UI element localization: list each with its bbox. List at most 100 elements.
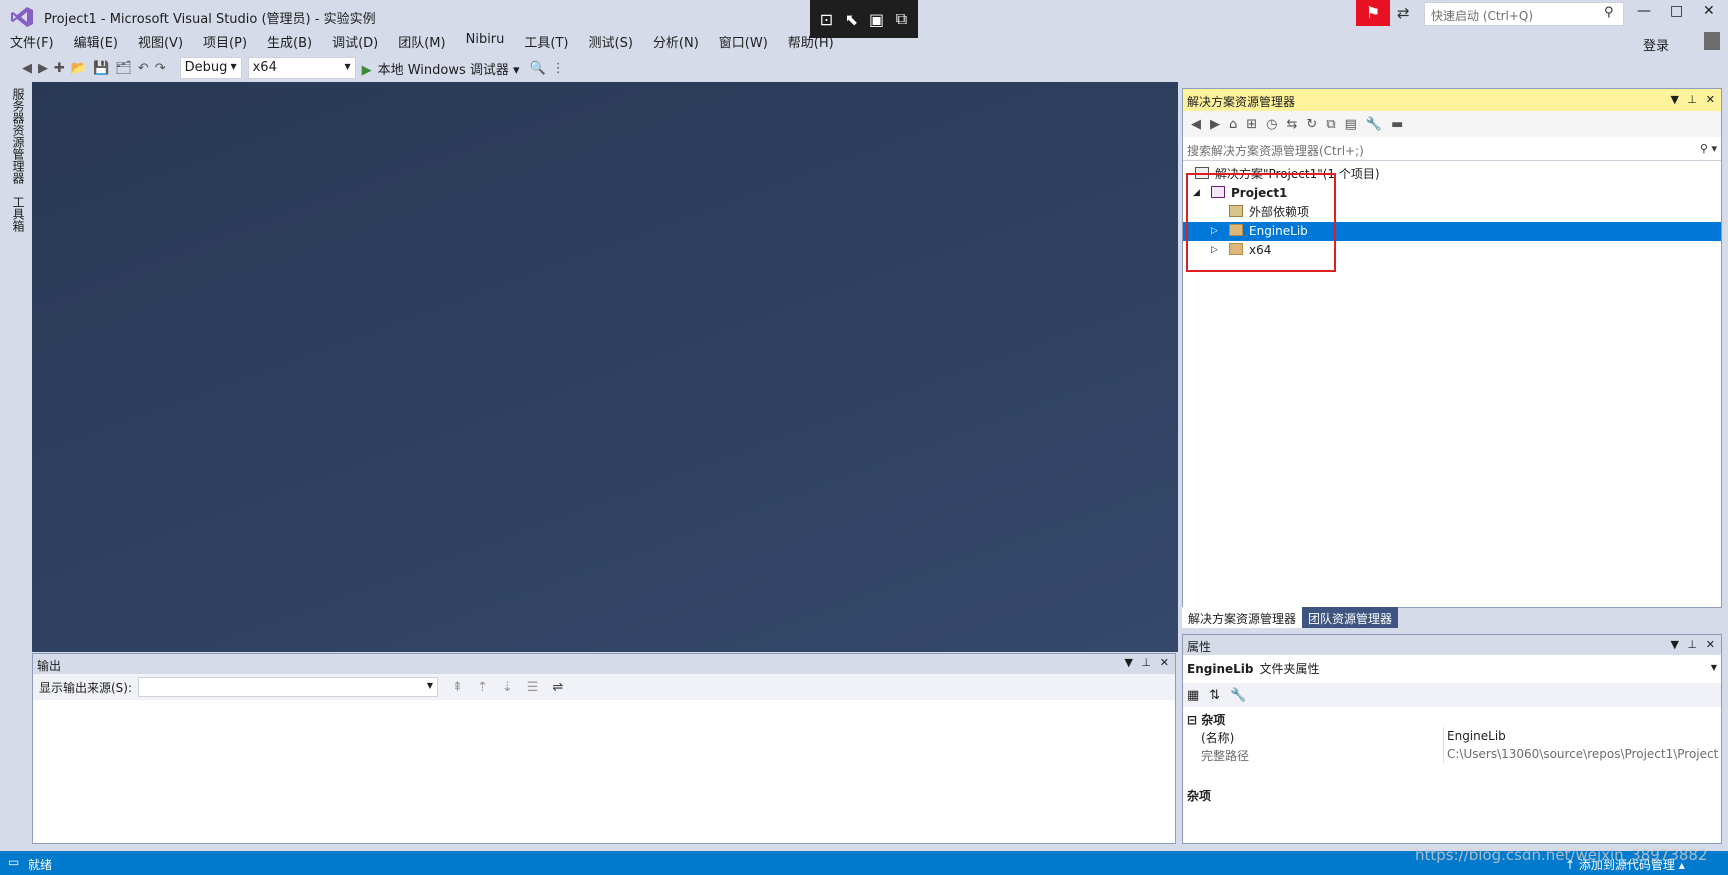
- properties-object-selector[interactable]: EngineLib 文件夹属性: [1187, 660, 1320, 677]
- quick-launch-input[interactable]: 快速启动 (Ctrl+Q): [1424, 2, 1624, 26]
- home-icon[interactable]: ⌂: [1229, 117, 1237, 132]
- property-value: C:\Users\13060\source\repos\Project1\Pro…: [1447, 747, 1719, 761]
- track-focus-icon[interactable]: ⧉: [891, 9, 913, 29]
- menu-analyze[interactable]: 分析(N): [653, 32, 699, 52]
- tab-solution-explorer[interactable]: 解决方案资源管理器: [1182, 607, 1303, 628]
- clear-all-icon[interactable]: ☰: [527, 680, 539, 695]
- menu-tools[interactable]: 工具(T): [524, 32, 568, 52]
- column-divider: [1443, 727, 1444, 745]
- object-type: 文件夹属性: [1259, 662, 1320, 676]
- highlight-annotation-box: [1186, 173, 1336, 272]
- collapse-all-icon[interactable]: ⧉: [1326, 117, 1335, 132]
- left-dock: 服务器资源管理器 工具箱: [0, 82, 32, 850]
- menu-project[interactable]: 项目(P): [203, 32, 247, 52]
- property-category-row[interactable]: ⊟ 杂项: [1183, 709, 1721, 727]
- watermark-text: https://blog.csdn.net/weixin_38973882: [1415, 846, 1708, 864]
- redo-icon[interactable]: ↷: [155, 61, 166, 76]
- display-adorners-icon[interactable]: ▣: [866, 10, 888, 29]
- pending-changes-icon[interactable]: ◷: [1266, 117, 1277, 132]
- editor-area: [32, 82, 1178, 652]
- chevron-down-icon[interactable]: ▼: [1711, 663, 1717, 672]
- start-debugging-button[interactable]: ▶ 本地 Windows 调试器 ▾: [362, 59, 520, 78]
- maximize-button[interactable]: □: [1670, 3, 1683, 19]
- solution-config-select[interactable]: Debug ▼: [179, 57, 242, 79]
- chevron-down-icon[interactable]: ▼: [1125, 656, 1133, 669]
- output-window: 输出 ▼ ⊥ ✕ 显示输出来源(S): ▼ ⇞ ⇡ ⇣ ☰ ⇌: [32, 653, 1176, 844]
- menu-view[interactable]: 视图(V): [138, 32, 183, 52]
- sign-in-link[interactable]: 登录: [1643, 35, 1669, 54]
- navigate-forward-icon[interactable]: ▶: [38, 61, 48, 76]
- close-icon[interactable]: ✕: [1706, 93, 1715, 106]
- chevron-down-icon: ▼: [230, 62, 237, 71]
- property-row-full-path[interactable]: 完整路径 C:\Users\13060\source\repos\Project…: [1183, 745, 1721, 763]
- solution-explorer-tabs: 解决方案资源管理器 团队资源管理器: [1182, 607, 1399, 628]
- search-icon: ⚲ ▾: [1699, 142, 1717, 155]
- back-icon[interactable]: ◀: [1191, 117, 1201, 132]
- menu-help[interactable]: 帮助(H): [788, 32, 834, 52]
- menu-test[interactable]: 测试(S): [589, 32, 633, 52]
- close-icon[interactable]: ✕: [1160, 656, 1169, 669]
- menu-edit[interactable]: 编辑(E): [74, 32, 118, 52]
- pin-icon[interactable]: ⊥: [1687, 93, 1697, 106]
- output-source-label: 显示输出来源(S):: [39, 680, 133, 695]
- property-row-name[interactable]: (名称) EngineLib: [1183, 727, 1721, 745]
- status-ready-text: 就绪: [28, 858, 53, 872]
- close-icon[interactable]: ✕: [1706, 638, 1715, 651]
- output-toolbar: 显示输出来源(S): ▼ ⇞ ⇡ ⇣ ☰ ⇌: [33, 674, 1175, 700]
- feedback-icon[interactable]: ⇄: [1397, 4, 1410, 22]
- minimize-button[interactable]: —: [1637, 3, 1651, 19]
- undo-icon[interactable]: ↶: [138, 61, 149, 76]
- notification-flag-icon[interactable]: ⚑: [1356, 0, 1390, 26]
- close-button[interactable]: ✕: [1703, 3, 1715, 19]
- platform-select[interactable]: x64 ▼: [247, 57, 356, 79]
- new-project-icon[interactable]: ✚: [54, 61, 65, 76]
- menu-team[interactable]: 团队(M): [398, 32, 445, 52]
- play-icon: ▶: [361, 62, 372, 78]
- tab-toolbox[interactable]: 工具箱: [10, 196, 27, 232]
- find-message-icon[interactable]: ⇞: [452, 680, 463, 695]
- save-icon[interactable]: 💾: [93, 61, 109, 76]
- menu-build[interactable]: 生成(B): [267, 32, 312, 52]
- window-title: Project1 - Microsoft Visual Studio (管理员)…: [44, 12, 376, 27]
- save-all-icon[interactable]: 🗂: [115, 61, 132, 76]
- pin-icon[interactable]: ⊥: [1687, 638, 1697, 651]
- output-status-icon: ▭: [8, 855, 20, 869]
- properties-panel: 属性 ▼ ⊥ ✕ EngineLib 文件夹属性 ▼ ▦ ⇅ 🔧 ⊟ 杂项 (名称…: [1182, 634, 1722, 844]
- visual-studio-logo-icon: [11, 7, 33, 27]
- tab-server-explorer[interactable]: 服务器资源管理器: [10, 88, 27, 184]
- next-message-icon[interactable]: ⇣: [502, 680, 513, 695]
- chevron-down-icon[interactable]: ▼: [1671, 93, 1679, 106]
- chevron-down-icon[interactable]: ▼: [1671, 638, 1679, 651]
- sync-icon[interactable]: ⇆: [1287, 117, 1298, 132]
- preview-icon[interactable]: ▬: [1391, 117, 1403, 132]
- refresh-icon[interactable]: ↻: [1306, 117, 1317, 132]
- standard-toolbar: ◀ ▶ ✚ 📂 💾 🗂 ↶ ↷ Debug ▼ x64 ▼ ▶ 本地 Window…: [0, 55, 1728, 81]
- word-wrap-icon[interactable]: ⇌: [552, 680, 563, 695]
- forward-icon[interactable]: ▶: [1210, 117, 1220, 132]
- menu-debug[interactable]: 调试(D): [332, 32, 378, 52]
- alphabetical-icon[interactable]: ⇅: [1209, 688, 1220, 703]
- select-element-icon[interactable]: ⬉: [841, 10, 863, 29]
- properties-wrench-icon[interactable]: 🔧: [1366, 117, 1382, 132]
- menu-nibiru[interactable]: Nibiru: [466, 32, 505, 52]
- open-file-icon[interactable]: 📂: [71, 61, 87, 76]
- categorized-icon[interactable]: ▦: [1187, 688, 1199, 703]
- toolbar-overflow-icon[interactable]: ⋮: [552, 61, 565, 76]
- show-all-files-icon[interactable]: ▤: [1345, 117, 1357, 132]
- object-name: EngineLib: [1187, 662, 1254, 676]
- navigate-back-icon[interactable]: ◀: [22, 61, 32, 76]
- property-description-title: 杂项: [1187, 789, 1212, 803]
- user-avatar-icon[interactable]: [1704, 32, 1720, 50]
- switch-views-icon[interactable]: ⊞: [1246, 117, 1257, 132]
- find-icon[interactable]: 🔍: [530, 61, 546, 76]
- live-tree-icon[interactable]: ⊡: [816, 10, 838, 29]
- solution-explorer-search-input[interactable]: 搜索解决方案资源管理器(Ctrl+;) ⚲ ▾: [1183, 139, 1721, 161]
- menu-window[interactable]: 窗口(W): [719, 32, 768, 52]
- tab-team-explorer[interactable]: 团队资源管理器: [1302, 607, 1399, 628]
- previous-message-icon[interactable]: ⇡: [477, 680, 488, 695]
- output-source-select[interactable]: ▼: [138, 677, 439, 697]
- property-pages-icon[interactable]: 🔧: [1230, 688, 1246, 703]
- category-label: ⊟ 杂项: [1187, 713, 1226, 727]
- menu-file[interactable]: 文件(F): [10, 32, 54, 52]
- pin-icon[interactable]: ⊥: [1141, 656, 1151, 669]
